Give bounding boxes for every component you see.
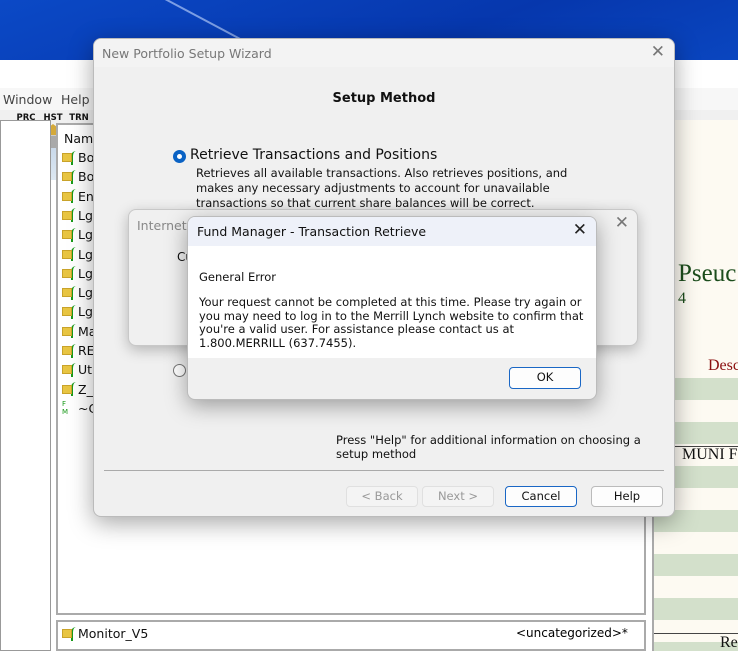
ok-button[interactable]: OK [509, 367, 581, 389]
radio-option-2[interactable] [173, 364, 186, 377]
item-name: Lg [78, 207, 93, 223]
item-name: Bo [78, 169, 95, 185]
help-button[interactable]: Help [591, 486, 663, 507]
tree-pane [0, 120, 51, 651]
fm-icon: FM [62, 400, 69, 417]
list-item[interactable]: Ma [62, 322, 96, 341]
item-category: <uncategorized>* [516, 626, 628, 640]
list-item[interactable]: Ut [62, 360, 92, 379]
list-item[interactable]: RE [62, 341, 95, 360]
folder-icon [62, 210, 72, 220]
folder-icon [62, 365, 72, 375]
error-title: Fund Manager - Transaction Retrieve [197, 224, 427, 239]
folder-icon [62, 346, 72, 355]
folder-icon [62, 249, 72, 259]
list-item[interactable]: Lg [62, 206, 93, 225]
next-button[interactable]: Next > [422, 486, 494, 507]
item-name: Lg [78, 246, 93, 262]
item-name: Lg [78, 304, 93, 320]
item-name: Lg [78, 265, 93, 281]
list-item[interactable]: Lg [62, 264, 93, 283]
list-item[interactable]: Z_ [62, 380, 93, 399]
folder-icon [62, 191, 72, 201]
cancel-button[interactable]: Cancel [505, 486, 577, 507]
list-item[interactable]: F M ~C [62, 399, 97, 418]
back-button[interactable]: < Back [346, 486, 418, 507]
folder-icon [62, 288, 72, 298]
bottom-list: Monitor_V5 <uncategorized>* [56, 620, 646, 651]
item-name: Z_ [78, 381, 93, 397]
error-message: Your request cannot be completed at this… [199, 295, 584, 350]
list-item[interactable]: En [62, 187, 94, 206]
list-item[interactable]: Bo [62, 167, 94, 186]
separator [104, 470, 664, 471]
folder-icon [62, 307, 72, 317]
option-description: Retrieves all available transactions. Al… [196, 166, 568, 210]
row-stripe [654, 598, 738, 620]
menu-help[interactable]: Help [61, 92, 90, 107]
list-item-monitor[interactable]: Monitor_V5 [62, 624, 148, 643]
item-name: Monitor_V5 [78, 626, 149, 641]
section-label: MUNI F [682, 446, 738, 463]
item-name: Lg [78, 285, 93, 301]
desc-header: Desc [708, 357, 738, 374]
list-item[interactable]: Lg [62, 225, 93, 244]
menu-window[interactable]: Window [3, 92, 52, 107]
report-subtitle: 4 [678, 290, 686, 307]
folder-icon [62, 268, 72, 278]
folder-icon [62, 230, 72, 240]
list-item[interactable]: Lg [62, 302, 93, 321]
close-icon[interactable]: ✕ [651, 42, 665, 62]
error-body: General Error Your request cannot be com… [188, 246, 596, 358]
trn-label: TRN [69, 113, 89, 123]
close-icon[interactable]: ✕ [573, 220, 587, 240]
item-name: En [78, 188, 94, 204]
item-name: Ut [78, 362, 93, 378]
footer-label: Re [720, 634, 738, 651]
radio-retrieve-transactions[interactable] [173, 150, 186, 163]
wizard-heading: Setup Method [332, 91, 436, 106]
folder-icon [62, 326, 72, 336]
error-dialog: Fund Manager - Transaction Retrieve ✕ Ge… [187, 216, 597, 400]
item-name: Lg [78, 227, 93, 243]
list-item[interactable]: Lg [62, 283, 93, 302]
folder-icon [62, 384, 72, 394]
row-stripe [654, 554, 738, 576]
wizard-title: New Portfolio Setup Wizard [94, 39, 674, 67]
report-title: Pseuc [678, 260, 737, 287]
list-item[interactable]: Lg [62, 245, 93, 264]
list-item[interactable]: Bo [62, 148, 94, 167]
option-label[interactable]: Retrieve Transactions and Positions [190, 147, 437, 163]
close-icon[interactable]: ✕ [615, 213, 629, 233]
help-text: Press "Help" for additional information … [336, 433, 641, 461]
folder-icon [62, 629, 72, 638]
folder-icon [62, 172, 72, 182]
error-heading: General Error [199, 270, 277, 284]
item-name: Bo [78, 150, 95, 165]
folder-icon [62, 153, 72, 162]
